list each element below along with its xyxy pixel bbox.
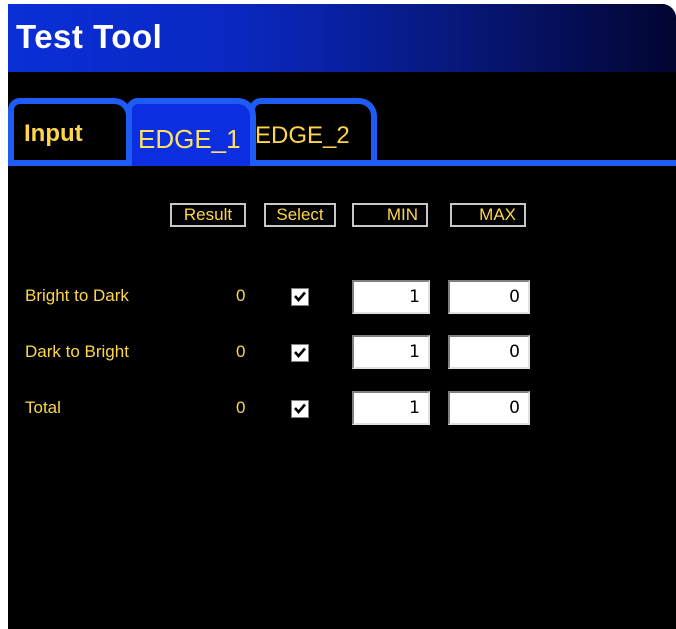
select-header: Select [264,203,336,227]
min-header: MIN [352,203,428,227]
row-bright-to-dark-checkbox[interactable] [291,288,309,306]
row-bright-to-dark-max-input[interactable]: 0 [448,280,530,314]
tab-strip: Input EDGE_1 EDGE_2 [8,98,676,168]
row-bright-to-dark-result: 0 [236,286,246,305]
row-dark-to-bright-checkbox[interactable] [291,344,309,362]
tab-edge-1-label: EDGE_1 [138,124,241,154]
row-bright-to-dark-min-input[interactable]: 1 [352,280,430,314]
tab-edge-2[interactable]: EDGE_2 [249,98,377,160]
row-dark-to-bright-result: 0 [236,342,246,361]
row-bright-to-dark-label: Bright to Dark [25,286,129,305]
tab-input[interactable]: Input [8,98,132,160]
row-total-min-input[interactable]: 1 [352,391,430,425]
title-bar[interactable]: Test Tool [8,4,676,72]
row-total-label: Total [25,398,61,417]
checkmark-icon [294,291,306,302]
row-dark-to-bright-min-input[interactable]: 1 [352,335,430,369]
row-total-result: 0 [236,398,246,417]
checkmark-icon [294,403,306,414]
checkmark-icon [294,347,306,358]
row-total-max-input[interactable]: 0 [448,391,530,425]
window-title: Test Tool [16,18,163,55]
result-header: Result [170,203,246,227]
row-dark-to-bright-max-input[interactable]: 0 [448,335,530,369]
row-dark-to-bright-label: Dark to Bright [25,342,129,361]
max-header: MAX [450,203,526,227]
test-tool-window: Test Tool Input EDGE_1 EDGE_2 Result Sel… [8,4,676,629]
tab-edge-2-label: EDGE_2 [255,122,350,149]
tab-input-label: Input [24,120,83,147]
row-total-checkbox[interactable] [291,400,309,418]
tab-underline [8,160,676,166]
tab-edge-1[interactable]: EDGE_1 [126,98,256,166]
